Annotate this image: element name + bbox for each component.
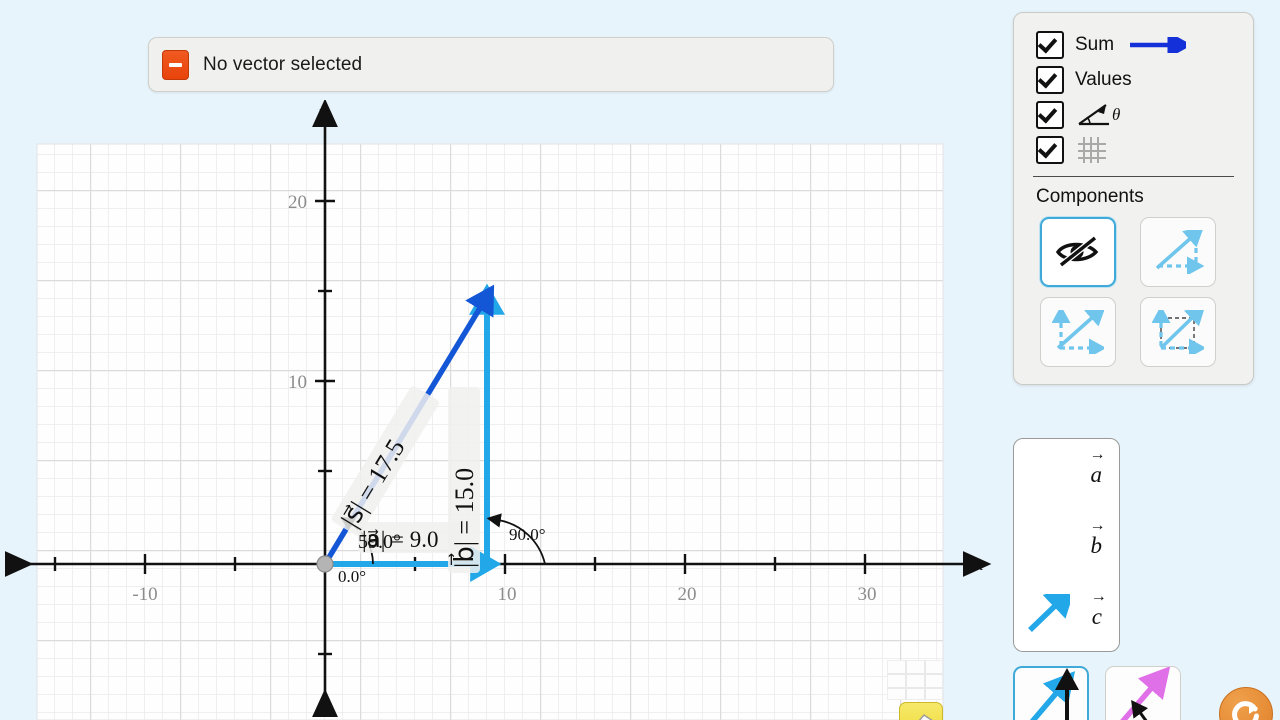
svg-text:0.0°: 0.0° <box>338 567 366 586</box>
vector-graph[interactable]: x y -10 10 20 30 20 10 |a⃗| = 9.0 0.0° |… <box>0 100 1000 720</box>
mini-grid-decoration <box>887 660 943 700</box>
svg-text:20: 20 <box>288 192 307 213</box>
grid-icon <box>1078 136 1106 163</box>
svg-text:10: 10 <box>288 372 307 393</box>
palette-label-c: c <box>1091 588 1107 630</box>
eraser-button[interactable] <box>899 702 943 720</box>
app-root: No vector selected x y -10 10 20 30 20 1… <box>0 0 1280 720</box>
svg-text:59.0°: 59.0° <box>358 531 401 553</box>
components-button-grid <box>1040 217 1253 367</box>
checkbox-row-angle[interactable]: θ <box>1036 97 1253 132</box>
eraser-icon <box>918 714 933 720</box>
checkbox-row-grid[interactable] <box>1036 132 1253 167</box>
svg-text:-10: -10 <box>132 584 157 605</box>
svg-text:10: 10 <box>498 584 517 605</box>
refresh-icon <box>1232 701 1259 720</box>
components-title: Components <box>1036 186 1144 207</box>
difference-mode-button[interactable] <box>1105 666 1181 720</box>
sum-mode-button[interactable] <box>1013 666 1089 720</box>
label-angle-sum: 59.0° <box>358 531 401 553</box>
reset-button[interactable] <box>1219 687 1273 720</box>
palette-item-a[interactable]: a <box>1014 439 1119 510</box>
checkbox-grid[interactable] <box>1036 135 1064 164</box>
components-box-button[interactable] <box>1140 297 1216 367</box>
y-axis-label: y <box>317 102 328 123</box>
palette-arrow-c-icon <box>1028 594 1070 632</box>
checkbox-row-sum[interactable]: Sum <box>1036 27 1253 62</box>
checkbox-row-values[interactable]: Values <box>1036 62 1253 97</box>
components-none-button[interactable] <box>1040 217 1116 287</box>
palette-label-b: b <box>1090 517 1105 559</box>
status-banner-text: No vector selected <box>203 53 363 75</box>
graph-canvas[interactable]: x y -10 10 20 30 20 10 |a⃗| = 9.0 0.0° |… <box>0 100 1000 720</box>
triangle-components-icon <box>1155 230 1204 274</box>
angle-theta-icon: θ <box>1078 103 1120 125</box>
x-axis-label: x <box>974 554 984 575</box>
palette-item-b[interactable]: b <box>1014 510 1119 581</box>
components-parallel-button[interactable] <box>1040 297 1116 367</box>
label-vector-b: |b⃗| = 15.0 <box>448 387 480 573</box>
eye-slash-icon <box>1055 235 1099 268</box>
components-triangle-button[interactable] <box>1140 217 1216 287</box>
checkbox-angle[interactable] <box>1036 100 1064 129</box>
svg-text:30: 30 <box>858 584 877 605</box>
svg-text:20: 20 <box>678 584 697 605</box>
palette-label-a: a <box>1090 446 1105 488</box>
difference-mode-icon <box>1120 667 1171 720</box>
label-angle-b: 90.0° <box>509 525 546 544</box>
checkbox-values[interactable] <box>1036 65 1064 94</box>
checkbox-sum-label: Sum <box>1075 33 1115 55</box>
palette-item-c[interactable]: c <box>1014 581 1119 652</box>
label-angle-a: 0.0° <box>338 567 366 586</box>
minus-badge-icon <box>162 49 189 80</box>
svg-text:90.0°: 90.0° <box>509 525 546 544</box>
panel-divider <box>1033 176 1234 177</box>
blue-arrow-icon <box>1130 36 1187 53</box>
sum-mode-icon <box>1029 668 1079 720</box>
box-components-icon <box>1152 310 1204 354</box>
display-options-panel: Sum Values θ Components <box>1013 12 1254 385</box>
origin-handle[interactable] <box>316 555 334 573</box>
checkbox-sum[interactable] <box>1036 30 1064 59</box>
svg-text:θ: θ <box>1112 105 1120 124</box>
status-banner: No vector selected <box>148 37 834 92</box>
checkbox-values-label: Values <box>1075 68 1132 90</box>
svg-text:|b⃗| = 15.0: |b⃗| = 15.0 <box>448 468 479 568</box>
parallel-components-icon <box>1052 310 1104 354</box>
vector-palette: a b c <box>1013 438 1120 652</box>
